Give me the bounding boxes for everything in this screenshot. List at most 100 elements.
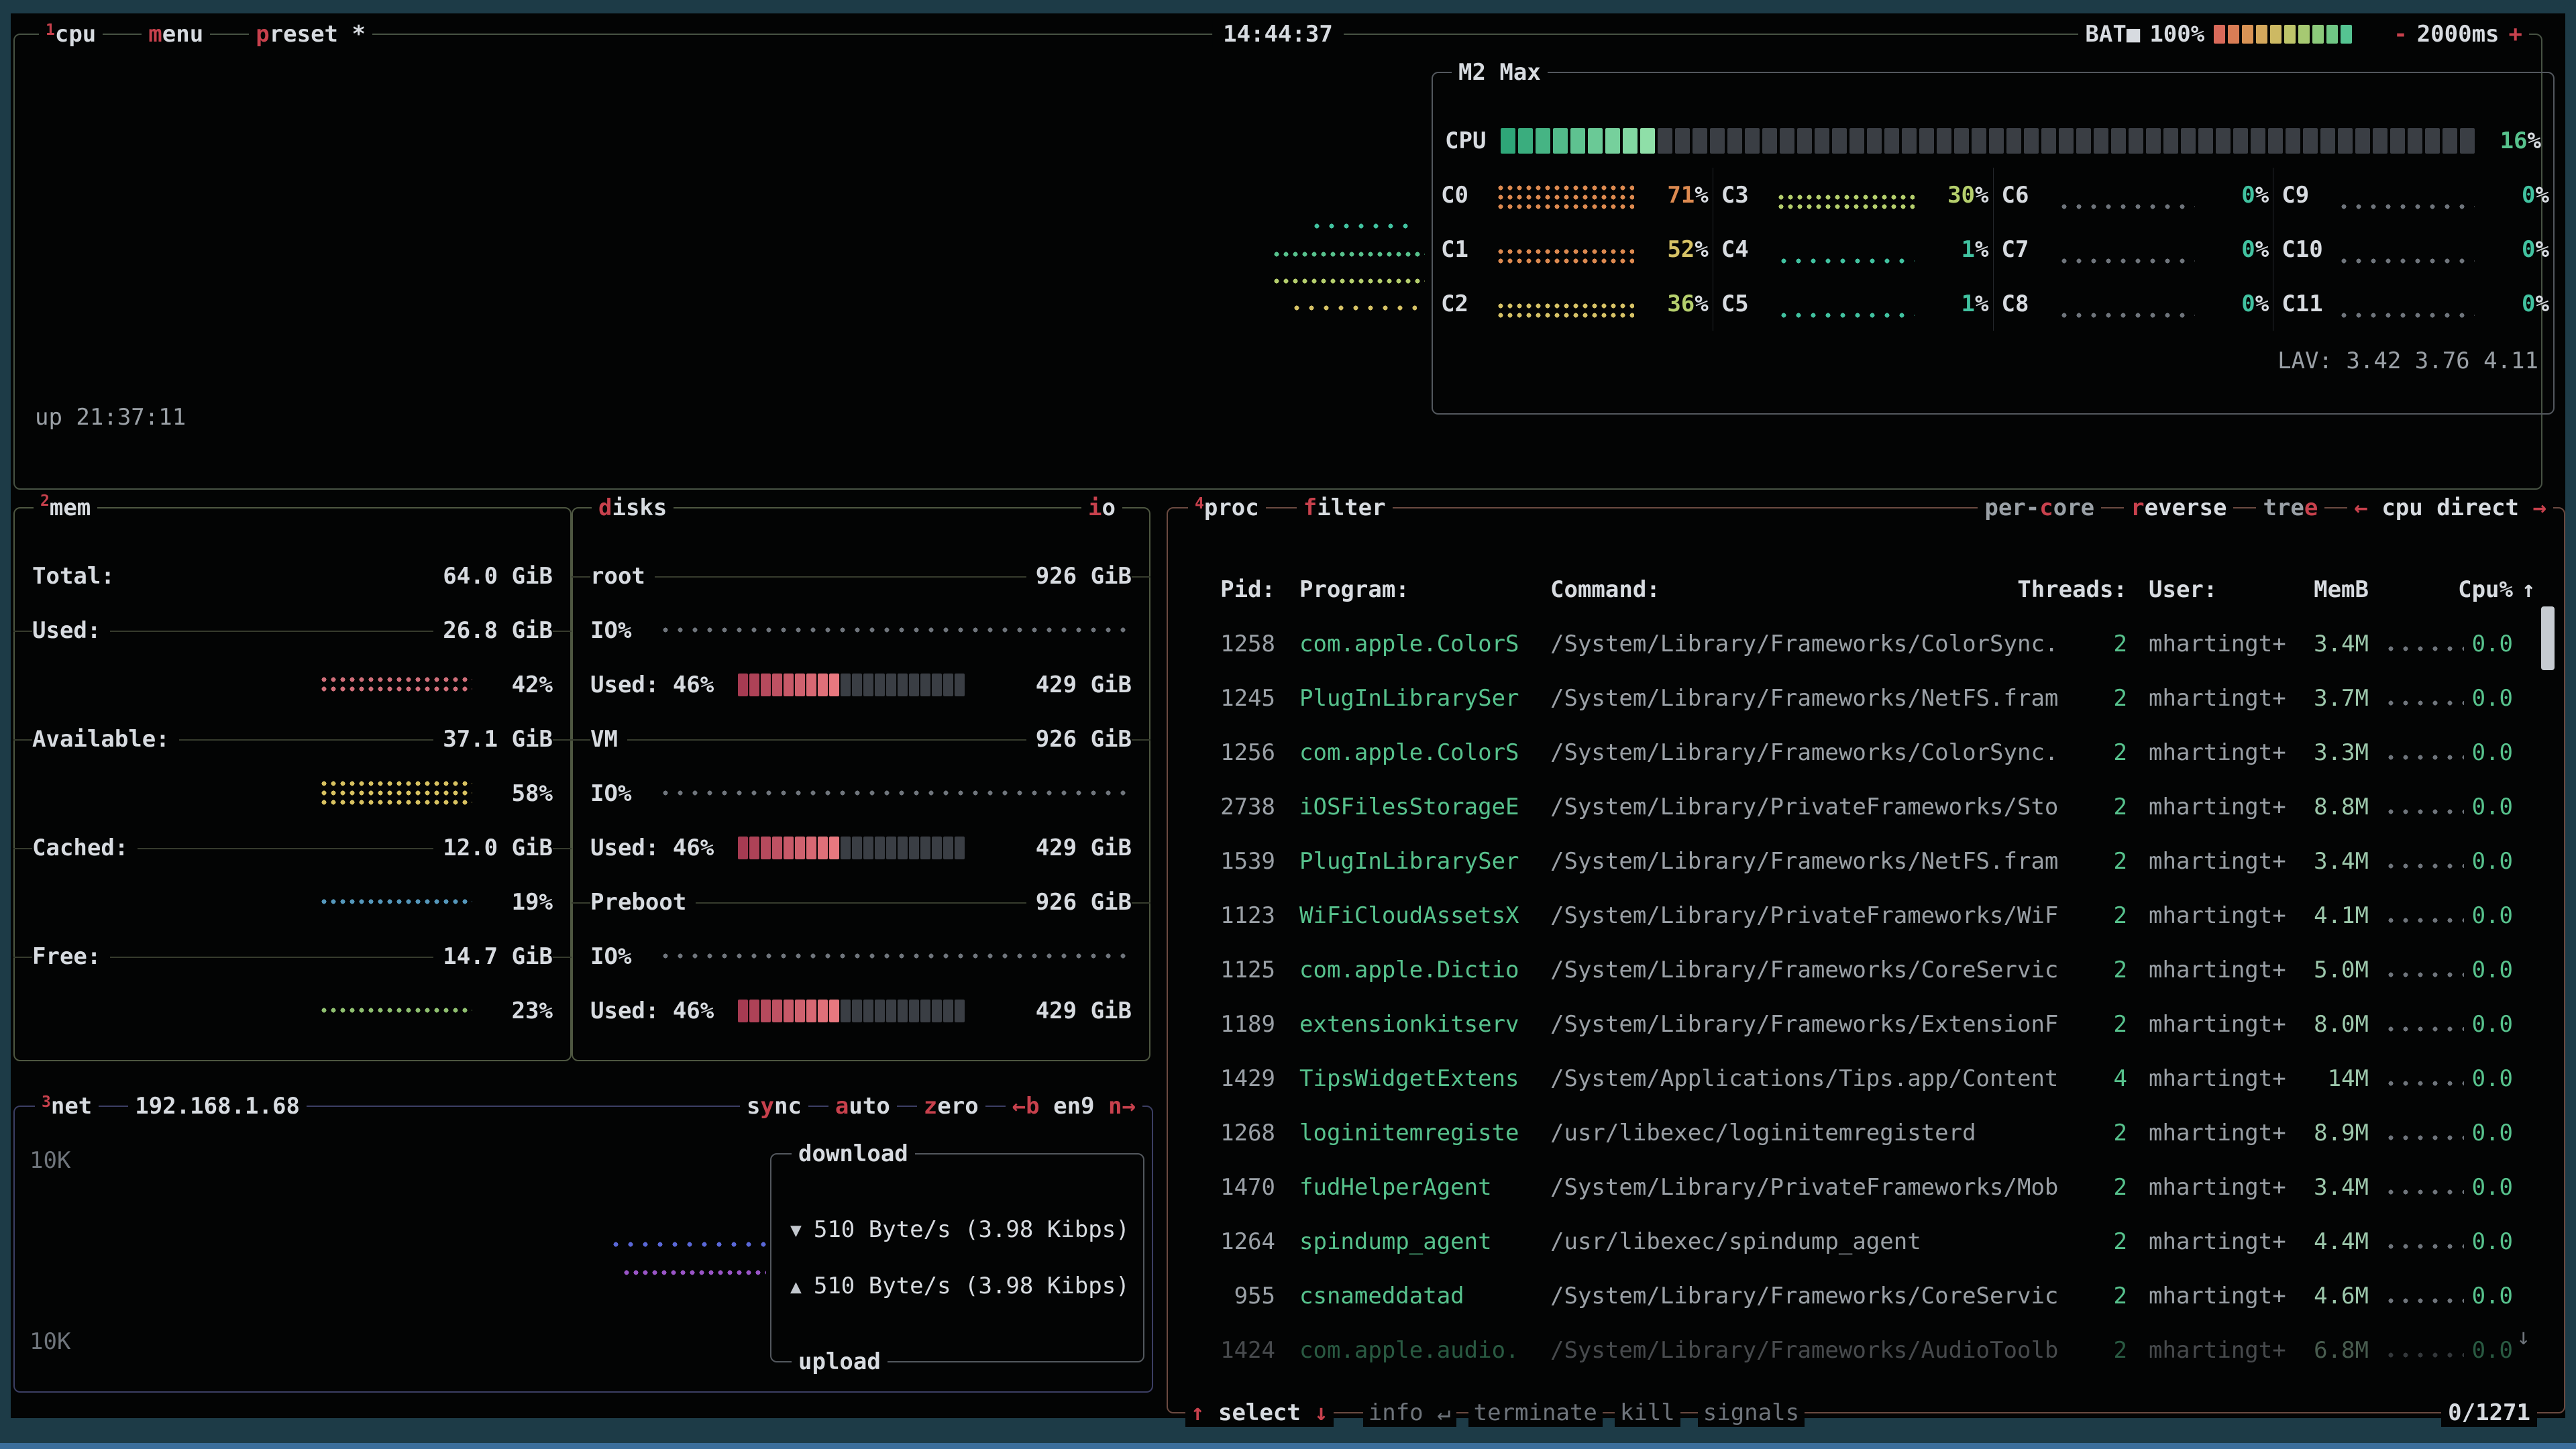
battery-label: BAT■ — [2085, 20, 2140, 48]
header-user[interactable]: User: — [2149, 576, 2217, 603]
process-count: 0/1271 — [2441, 1399, 2537, 1427]
download-arrow-icon: ▼ — [790, 1219, 802, 1241]
cpu-model-title: M2 Max — [1452, 58, 1548, 87]
process-row[interactable]: 1268loginitemregiste/usr/libexec/loginit… — [1168, 1106, 2564, 1161]
cpu-total-row: CPU 16% — [1433, 113, 2553, 168]
disk-io-row: IO% — [573, 929, 1149, 983]
sort-column-switcher[interactable]: ← cpu direct → — [2347, 494, 2553, 522]
sort-next-icon[interactable]: → — [2533, 494, 2546, 521]
header-pid[interactable]: Pid: — [1215, 576, 1275, 603]
core-c0: C071% — [1433, 168, 1713, 222]
process-row[interactable]: 2738iOSFilesStorageE/System/Library/Priv… — [1168, 780, 2564, 835]
disk-used-row: Used: 46%429 GiB — [573, 657, 1149, 712]
terminate-button[interactable]: terminate — [1468, 1399, 1603, 1427]
net-axis-bottom: 10K — [30, 1328, 70, 1355]
header-program[interactable]: Program: — [1299, 576, 1409, 603]
cpu-box: 1cpu menu preset * 14:44:37 BAT■ 100% - … — [13, 34, 2542, 490]
download-label: download — [792, 1140, 915, 1168]
cpu-box-titles: 1cpu menu preset * — [39, 20, 372, 51]
core-c4: C41% — [1713, 222, 1993, 276]
window-frame: 1cpu menu preset * 14:44:37 BAT■ 100% - … — [0, 0, 2576, 1449]
core-column-4: C90%C100%C110% — [2273, 168, 2553, 331]
process-row[interactable]: 1245PlugInLibrarySer/System/Library/Fram… — [1168, 672, 2564, 726]
core-c1: C152% — [1433, 222, 1713, 276]
mem-entry-meter-row: 23% — [15, 983, 570, 1038]
menu-button[interactable]: menu — [142, 20, 210, 51]
core-c11: C110% — [2273, 276, 2553, 331]
core-c8: C80% — [1994, 276, 2273, 331]
interval-increase-button[interactable]: + — [2509, 20, 2522, 48]
disk-name-row: VM926 GiB — [573, 712, 1149, 766]
core-column-3: C60%C70%C80% — [1993, 168, 2273, 331]
disk-entries: root926 GiBIO%Used: 46%429 GiBVM926 GiBI… — [573, 549, 1149, 1038]
cpu-hotkey: 1 — [46, 16, 55, 44]
iface-switcher[interactable]: ←b en9 n→ — [1006, 1092, 1142, 1120]
core-c10: C100% — [2273, 222, 2553, 276]
battery-percent: 100% — [2149, 20, 2204, 48]
preset-button[interactable]: preset * — [249, 20, 372, 51]
iface-name: en9 — [1053, 1093, 1094, 1120]
process-row[interactable]: 1256com.apple.ColorS/System/Library/Fram… — [1168, 726, 2564, 780]
header-memb[interactable]: MemB — [2255, 576, 2369, 603]
process-row[interactable]: 1264spindump_agent/usr/libexec/spindump_… — [1168, 1215, 2564, 1269]
net-axis-top: 10K — [30, 1147, 70, 1174]
header-command[interactable]: Command: — [1550, 576, 1660, 603]
tree-button[interactable]: tree — [2256, 494, 2324, 522]
signals-button[interactable]: signals — [1698, 1399, 1805, 1427]
sort-column-name: cpu direct — [2381, 494, 2519, 521]
reverse-button[interactable]: reverse — [2124, 494, 2233, 522]
mem-entry-meter-row: 58% — [15, 766, 570, 820]
clock: 14:44:37 — [1212, 20, 1344, 48]
header-threads[interactable]: Threads: — [2006, 576, 2127, 603]
process-list: 1258com.apple.ColorS/System/Library/Fram… — [1168, 617, 2564, 1378]
io-tab[interactable]: io — [1081, 494, 1122, 522]
interval-decrease-button[interactable]: - — [2394, 20, 2407, 48]
disk-io-row: IO% — [573, 603, 1149, 657]
proc-box-buttons: per-core reverse tree ← cpu direct → — [1978, 494, 2553, 522]
zero-button[interactable]: zero — [917, 1092, 985, 1120]
process-row[interactable]: 1189extensionkitserv/System/Library/Fram… — [1168, 998, 2564, 1052]
upload-label: upload — [792, 1348, 888, 1376]
net-title: 3net — [35, 1092, 99, 1123]
scroll-more-icon: ↓ — [2517, 1324, 2530, 1350]
disk-name-row: root926 GiB — [573, 549, 1149, 603]
proc-scrollbar[interactable] — [2541, 606, 2555, 670]
proc-title: 4proc — [1188, 494, 1266, 525]
process-row[interactable]: 1424com.apple.audio./System/Library/Fram… — [1168, 1324, 2564, 1378]
per-core-button[interactable]: per-core — [1978, 494, 2101, 522]
disk-name-row: Preboot926 GiB — [573, 875, 1149, 929]
kill-button[interactable]: kill — [1615, 1399, 1680, 1427]
uptime: up 21:37:11 — [35, 404, 186, 431]
load-average: LAV: 3.42 3.76 4.11 — [2277, 347, 2538, 374]
header-cpu[interactable]: Cpu% — [2406, 576, 2513, 603]
mem-total-label: Total: — [32, 563, 124, 590]
net-box: 3net 192.168.1.68 sync auto zero ←b en9 … — [13, 1106, 1153, 1393]
process-row[interactable]: 955csnameddatad/System/Library/Framework… — [1168, 1269, 2564, 1324]
process-row[interactable]: 1123WiFiCloudAssetsX/System/Library/Priv… — [1168, 889, 2564, 943]
core-c9: C90% — [2273, 168, 2553, 222]
mem-box-title[interactable]: 2mem — [34, 494, 97, 522]
filter-button[interactable]: filter — [1297, 494, 1393, 525]
disk-io-row: IO% — [573, 766, 1149, 820]
select-button[interactable]: ↑ select ↓ — [1185, 1399, 1334, 1427]
sort-prev-icon[interactable]: ← — [2354, 494, 2367, 521]
process-row[interactable]: 1539PlugInLibrarySer/System/Library/Fram… — [1168, 835, 2564, 889]
process-row[interactable]: 1258com.apple.ColorS/System/Library/Fram… — [1168, 617, 2564, 672]
core-column-2: C330%C41%C51% — [1713, 168, 1993, 331]
process-row[interactable]: 1470fudHelperAgent/System/Library/Privat… — [1168, 1161, 2564, 1215]
process-row[interactable]: 1429TipsWidgetExtens/System/Applications… — [1168, 1052, 2564, 1106]
mem-entries: Used:26.8 GiB42%Available:37.1 GiB58%Cac… — [15, 603, 570, 1038]
tab-cpu[interactable]: 1cpu — [39, 20, 103, 51]
info-button[interactable]: info ↵ — [1363, 1399, 1456, 1427]
disk-used-row: Used: 46%429 GiB — [573, 820, 1149, 875]
auto-button[interactable]: auto — [828, 1092, 897, 1120]
mem-entry-meter-row: 42% — [15, 657, 570, 712]
proc-footer: ↑ select ↓ info ↵ terminate kill signals — [1185, 1399, 1805, 1427]
mem-entry-label-row: Used:26.8 GiB — [15, 603, 570, 657]
mem-entry-label-row: Available:37.1 GiB — [15, 712, 570, 766]
cpu-title: cpu — [55, 21, 96, 48]
process-row[interactable]: 1125com.apple.Dictio/System/Library/Fram… — [1168, 943, 2564, 998]
net-rate-panel: download ▼ 510 Byte/s (3.98 Kibps) ▲ 510… — [770, 1153, 1144, 1362]
disks-tab[interactable]: disks — [592, 494, 674, 522]
sync-button[interactable]: sync — [740, 1092, 808, 1120]
